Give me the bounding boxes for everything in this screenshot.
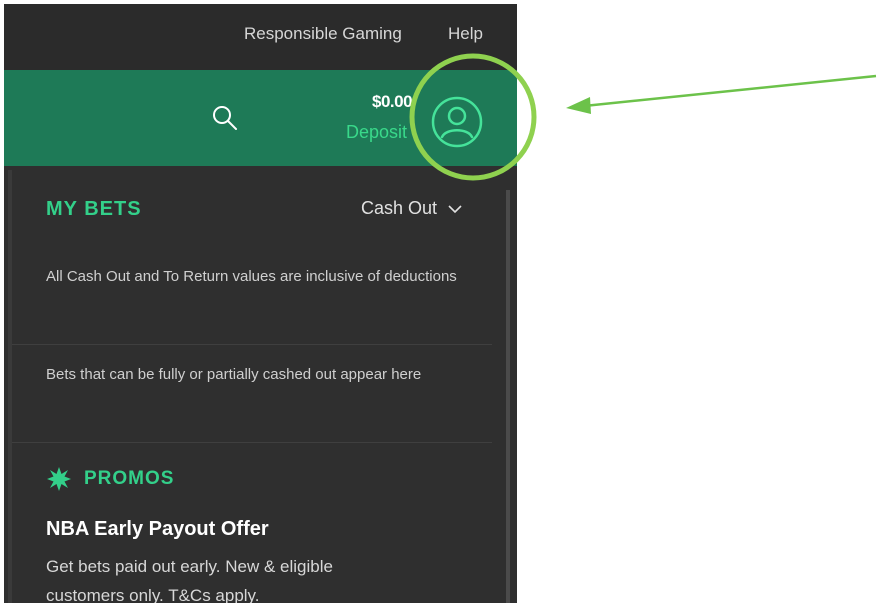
promos-title: PROMOS	[84, 468, 175, 489]
account-bar: $0.00 Deposit	[4, 70, 517, 166]
section-divider	[12, 442, 492, 443]
cash-out-dropdown[interactable]: Cash Out	[361, 198, 462, 219]
screenshot-canvas: Responsible Gaming Help $0.00 Deposit MY…	[0, 0, 879, 603]
help-link[interactable]: Help	[448, 24, 483, 44]
account-balance: $0.00	[372, 92, 413, 111]
search-icon[interactable]	[211, 104, 239, 132]
promo-offer-title[interactable]: NBA Early Payout Offer	[46, 518, 269, 541]
cash-out-empty-note: Bets that can be fully or partially cash…	[46, 366, 422, 383]
promo-offer-description: Get bets paid out early. New & eligible …	[46, 557, 333, 603]
cash-out-label: Cash Out	[361, 198, 438, 218]
chevron-down-icon	[448, 205, 462, 214]
starburst-icon	[47, 467, 71, 491]
user-avatar-icon[interactable]	[430, 95, 484, 149]
responsible-gaming-link[interactable]: Responsible Gaming	[244, 24, 402, 44]
cash-out-note: All Cash Out and To Return values are in…	[46, 268, 457, 285]
my-bets-title: MY BETS	[46, 198, 142, 220]
section-divider	[12, 344, 492, 345]
top-bar: Responsible Gaming Help	[4, 4, 517, 70]
my-bets-section: MY BETS Cash Out All Cash Out and To Ret…	[12, 166, 506, 603]
betting-panel: Responsible Gaming Help $0.00 Deposit MY…	[4, 4, 517, 603]
arrow-annotation	[566, 74, 877, 114]
deposit-link[interactable]: Deposit	[346, 122, 407, 143]
